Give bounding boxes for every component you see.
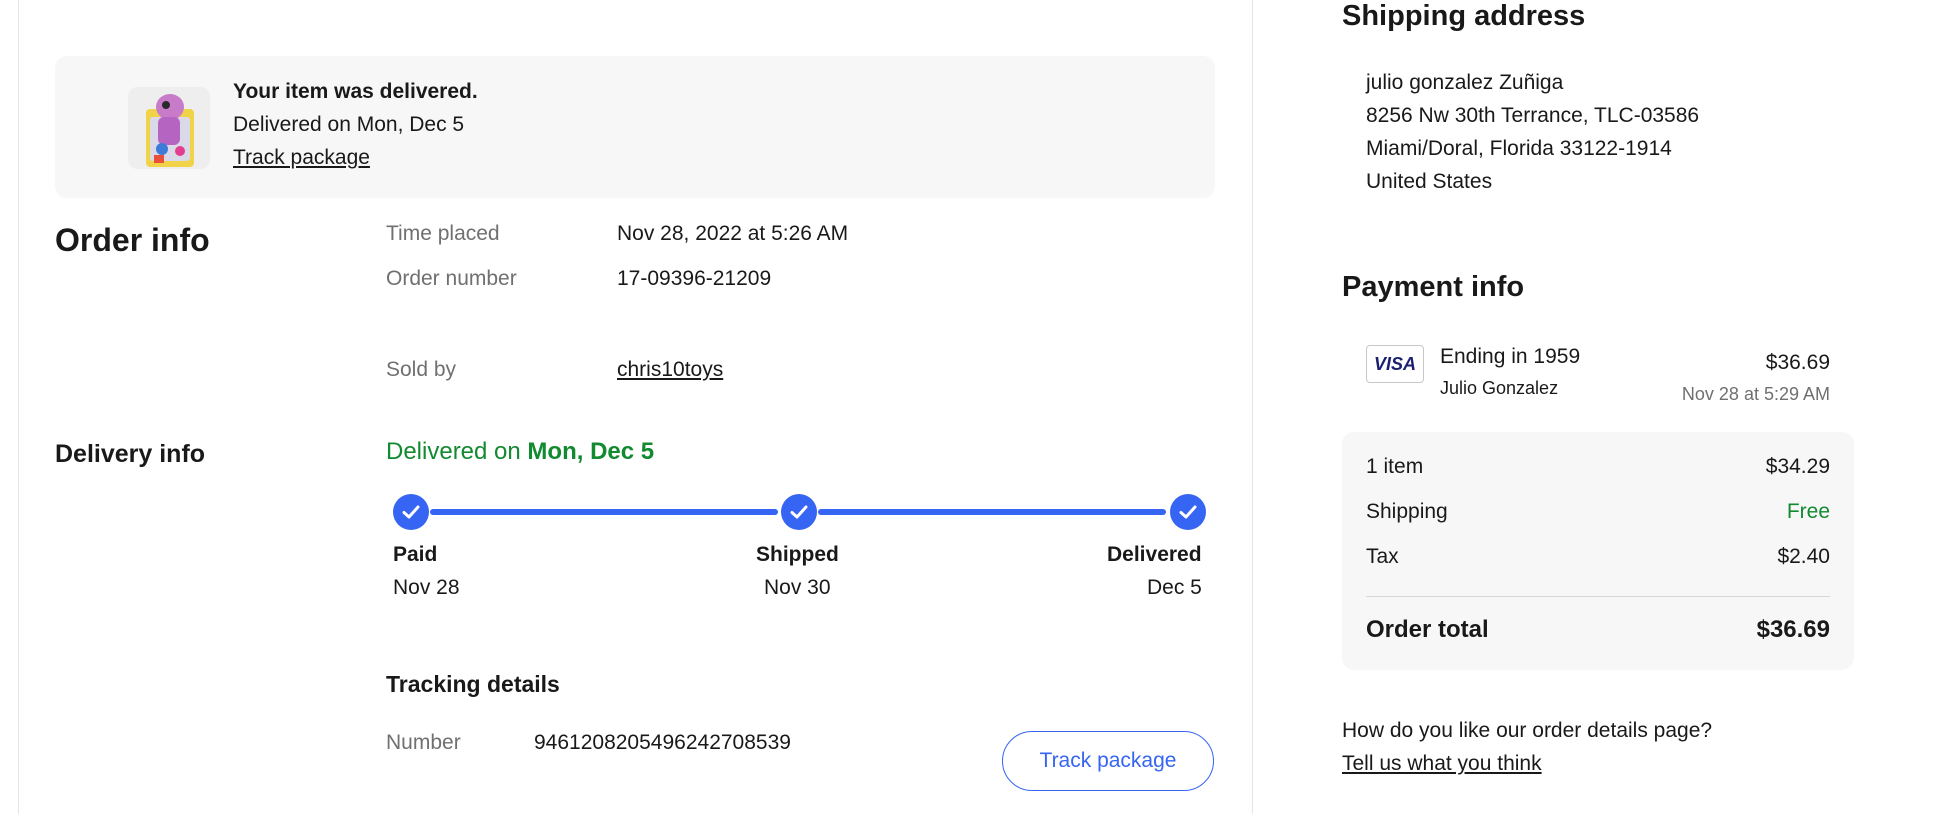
card-ending: Ending in 1959 [1440, 345, 1581, 368]
address-line-country: United States [1366, 170, 1493, 193]
seller-link[interactable]: chris10toys [617, 358, 723, 382]
tracking-details-heading: Tracking details [386, 671, 560, 697]
step-paid-check-icon [393, 494, 429, 530]
item-thumbnail[interactable] [128, 87, 210, 169]
order-summary: 1 item $34.29 Shipping Free Tax $2.40 Or… [1342, 432, 1854, 670]
banner-track-package-link[interactable]: Track package [233, 146, 370, 170]
delivery-status-prefix: Delivered on [386, 438, 528, 465]
order-info-heading: Order info [55, 222, 210, 258]
address-line-name: julio gonzalez Zuñiga [1366, 71, 1564, 94]
progress-line-paid-shipped [430, 509, 778, 515]
visa-card-icon: VISA [1366, 345, 1424, 383]
payment-amount: $36.69 [1765, 351, 1830, 374]
step-delivered-label: Delivered [1107, 543, 1202, 566]
time-placed-label: Time placed [386, 222, 500, 245]
delivery-banner: Your item was delivered. Delivered on Mo… [55, 56, 1215, 198]
step-delivered-date: Dec 5 [1147, 576, 1202, 599]
shipping-address-heading: Shipping address [1342, 0, 1586, 32]
payment-date: Nov 28 at 5:29 AM [1681, 384, 1830, 404]
sold-by-label: Sold by [386, 358, 457, 381]
address-line-city: Miami/Doral, Florida 33122-1914 [1366, 137, 1672, 160]
summary-items-value: $34.29 [1765, 455, 1830, 478]
delivery-status-date: Mon, Dec 5 [527, 438, 655, 465]
progress-line-shipped-delivered [818, 509, 1166, 515]
card-holder-name: Julio Gonzalez [1440, 378, 1559, 398]
feedback-question: How do you like our order details page? [1342, 719, 1713, 742]
summary-tax-label: Tax [1366, 545, 1399, 568]
step-paid-label: Paid [393, 543, 438, 566]
order-number-value: 17-09396-21209 [617, 267, 772, 290]
step-shipped-label: Shipped [756, 543, 839, 566]
feedback-link[interactable]: Tell us what you think [1342, 752, 1542, 776]
tracking-number-label: Number [386, 731, 461, 754]
toy-product-image [128, 87, 210, 169]
step-shipped-check-icon [781, 494, 817, 530]
delivery-info-heading: Delivery info [55, 440, 206, 468]
summary-shipping-label: Shipping [1366, 500, 1448, 523]
summary-total-value: $36.69 [1756, 616, 1830, 643]
tracking-number-value: 9461208205496242708539 [534, 731, 791, 754]
summary-total-label: Order total [1366, 616, 1489, 643]
summary-shipping-value: Free [1786, 500, 1830, 523]
address-line-street: 8256 Nw 30th Terrance, TLC-03586 [1366, 104, 1700, 127]
summary-items-label: 1 item [1366, 455, 1424, 478]
step-shipped-date: Nov 30 [764, 576, 831, 599]
order-number-label: Order number [386, 267, 517, 290]
delivery-status: Delivered on Mon, Dec 5 [386, 438, 654, 466]
summary-divider [1366, 596, 1830, 597]
track-package-button[interactable]: Track package [1002, 731, 1214, 791]
payment-info-heading: Payment info [1342, 271, 1525, 303]
step-paid-date: Nov 28 [393, 576, 460, 599]
time-placed-value: Nov 28, 2022 at 5:26 AM [617, 222, 849, 245]
summary-tax-value: $2.40 [1777, 545, 1830, 568]
banner-subtitle: Delivered on Mon, Dec 5 [233, 113, 465, 136]
step-delivered-check-icon [1170, 494, 1206, 530]
banner-title: Your item was delivered. [233, 80, 478, 103]
